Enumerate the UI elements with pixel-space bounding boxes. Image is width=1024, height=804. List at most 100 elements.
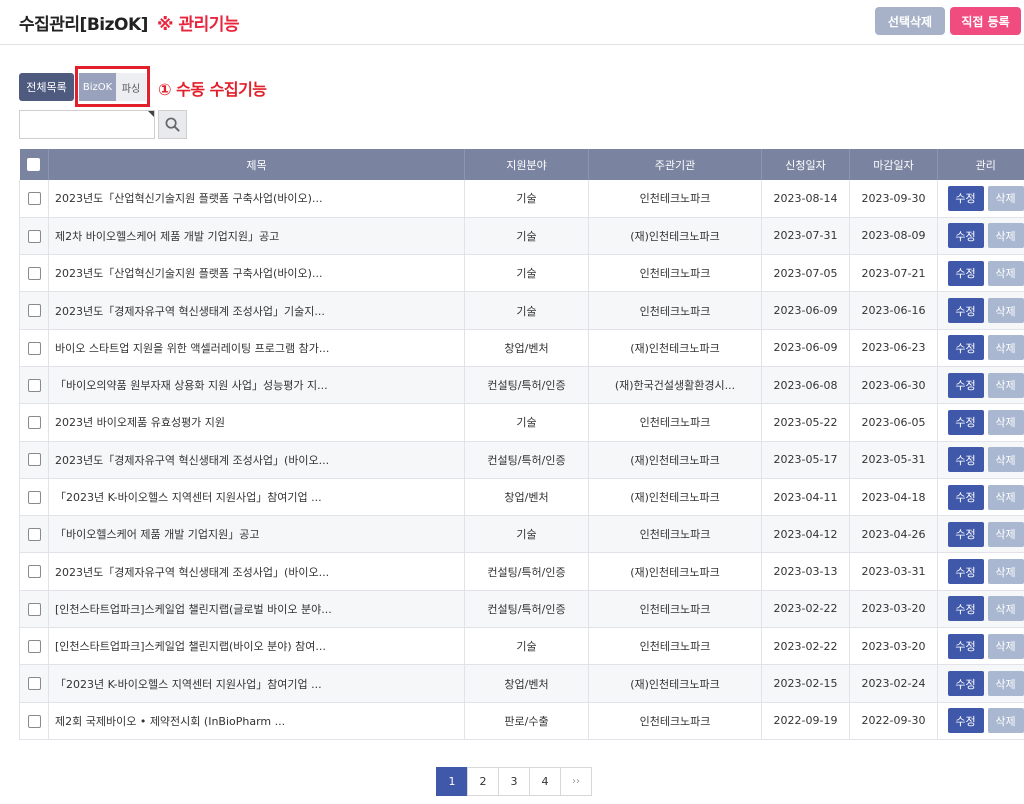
row-select-cell <box>19 664 49 703</box>
row-title[interactable]: 2023년 바이오제품 유효성평가 지원 <box>48 403 465 442</box>
row-checkbox[interactable] <box>27 714 41 728</box>
row-manage: 수정 삭제 <box>937 702 1024 740</box>
col-manage: 관리 <box>937 149 1024 180</box>
page-3-button[interactable]: 3 <box>498 767 530 796</box>
delete-button[interactable]: 삭제 <box>987 185 1024 211</box>
delete-button[interactable]: 삭제 <box>987 260 1024 286</box>
row-field: 기술 <box>464 291 589 330</box>
row-select-cell <box>19 441 49 479</box>
edit-button[interactable]: 수정 <box>947 223 984 249</box>
edit-button[interactable]: 수정 <box>947 185 984 211</box>
search-input[interactable] <box>19 110 155 139</box>
edit-button[interactable]: 수정 <box>947 372 984 398</box>
delete-button[interactable]: 삭제 <box>987 372 1024 398</box>
delete-button[interactable]: 삭제 <box>987 671 1024 696</box>
row-manage: 수정 삭제 <box>937 291 1024 330</box>
select-all-checkbox[interactable] <box>27 158 41 172</box>
next-page-button[interactable]: ›› <box>560 767 592 796</box>
row-select-cell <box>19 702 49 740</box>
tab-parse[interactable]: 파싱 <box>116 73 146 101</box>
delete-button[interactable]: 삭제 <box>987 223 1024 249</box>
admin-feature-note: ※ 관리기능 <box>157 15 240 35</box>
search-icon <box>165 117 180 132</box>
edit-button[interactable]: 수정 <box>947 447 984 473</box>
delete-button[interactable]: 삭제 <box>987 708 1024 734</box>
table-row: 「2023년 K-바이오헬스 지역센터 지원사업」참여기업 ... 창업/벤처 (재… <box>19 478 1024 517</box>
edit-button[interactable]: 수정 <box>947 521 984 547</box>
row-org: (재)인천테크노파크 <box>588 478 762 517</box>
table-row: 바이오 스타트업 지원을 위한 액셀러레이팅 프로그램 참가... 창업/벤처 (재… <box>19 329 1024 367</box>
edit-button[interactable]: 수정 <box>947 671 984 696</box>
delete-button[interactable]: 삭제 <box>987 596 1024 622</box>
row-checkbox[interactable] <box>27 416 41 430</box>
row-title[interactable]: 2023년도「경제자유구역 혁신생태계 조성사업」(바이오... <box>48 441 465 479</box>
row-checkbox[interactable] <box>27 229 41 243</box>
row-title[interactable]: 2023년도「산업혁신기술지원 플랫폼 구축사업(바이오)... <box>48 180 465 218</box>
delete-button[interactable]: 삭제 <box>987 559 1024 585</box>
row-title[interactable]: 「2023년 K-바이오헬스 지역센터 지원사업」참여기업 ... <box>48 664 465 703</box>
row-checkbox[interactable] <box>27 341 41 355</box>
row-select-cell <box>19 291 49 330</box>
row-manage: 수정 삭제 <box>937 478 1024 517</box>
edit-button[interactable]: 수정 <box>947 633 984 659</box>
row-title[interactable]: [인천스타트업파크]스케일업 챌린지랩(글로벌 바이오 분야... <box>48 590 465 629</box>
edit-button[interactable]: 수정 <box>947 335 984 361</box>
delete-button[interactable]: 삭제 <box>987 298 1024 324</box>
row-field: 기술 <box>464 627 589 666</box>
table-row: 「바이오의약품 원부자재 상용화 지원 사업」성능평가 지... 컨설팅/특허/인… <box>19 366 1024 405</box>
select-delete-button[interactable]: 선택삭제 <box>875 7 945 35</box>
row-title[interactable]: 제2회 국제바이오 • 제약전시회 (InBioPharm ... <box>48 702 465 740</box>
row-title[interactable]: [인천스타트업파크]스케일업 챌린지랩(바이오 분야) 참여... <box>48 627 465 666</box>
tab-all-list[interactable]: 전체목록 <box>19 73 74 101</box>
row-checkbox[interactable] <box>27 453 41 467</box>
row-checkbox[interactable] <box>27 266 41 280</box>
row-field: 창업/벤처 <box>464 478 589 517</box>
row-title[interactable]: 「2023년 K-바이오헬스 지역센터 지원사업」참여기업 ... <box>48 478 465 517</box>
row-checkbox[interactable] <box>27 602 41 616</box>
row-field: 판로/수출 <box>464 702 589 740</box>
row-title[interactable]: 2023년도「산업혁신기술지원 플랫폼 구축사업(바이오)... <box>48 254 465 293</box>
row-select-cell <box>19 515 49 554</box>
row-checkbox[interactable] <box>27 677 41 691</box>
row-org: (재)인천테크노파크 <box>588 441 762 479</box>
row-title[interactable]: 2023년도「경제자유구역 혁신생태계 조성사업」기술지... <box>48 291 465 330</box>
table-header-row: 제목 지원분야 주관기관 신청일자 마감일자 관리 <box>19 149 1024 180</box>
row-checkbox[interactable] <box>27 304 41 318</box>
edit-button[interactable]: 수정 <box>947 260 984 286</box>
delete-button[interactable]: 삭제 <box>987 521 1024 547</box>
row-checkbox[interactable] <box>27 565 41 579</box>
page-4-button[interactable]: 4 <box>529 767 561 796</box>
row-checkbox[interactable] <box>27 192 41 206</box>
edit-button[interactable]: 수정 <box>947 596 984 622</box>
edit-button[interactable]: 수정 <box>947 559 984 585</box>
delete-button[interactable]: 삭제 <box>987 335 1024 361</box>
row-checkbox[interactable] <box>27 639 41 653</box>
edit-button[interactable]: 수정 <box>947 409 984 435</box>
tab-bizok[interactable]: BizOK <box>79 73 116 101</box>
delete-button[interactable]: 삭제 <box>987 633 1024 659</box>
row-checkbox[interactable] <box>27 490 41 504</box>
row-org: 인천테크노파크 <box>588 515 762 554</box>
edit-button[interactable]: 수정 <box>947 298 984 324</box>
row-deadline: 2023-06-16 <box>849 291 938 330</box>
row-apply-date: 2023-07-31 <box>761 217 850 256</box>
delete-button[interactable]: 삭제 <box>987 484 1024 510</box>
row-checkbox[interactable] <box>27 528 41 542</box>
delete-button[interactable]: 삭제 <box>987 447 1024 473</box>
col-apply-date: 신청일자 <box>761 149 850 180</box>
search-button[interactable] <box>158 110 187 139</box>
edit-button[interactable]: 수정 <box>947 708 984 734</box>
page-2-button[interactable]: 2 <box>467 767 499 796</box>
row-title[interactable]: 바이오 스타트업 지원을 위한 액셀러레이팅 프로그램 참가... <box>48 329 465 367</box>
row-title[interactable]: 제2차 바이오헬스케어 제품 개발 기업지원」공고 <box>48 217 465 256</box>
row-title[interactable]: 2023년도「경제자유구역 혁신생태계 조성사업」(바이오... <box>48 552 465 591</box>
row-title[interactable]: 「바이오헬스케어 제품 개발 기업지원」공고 <box>48 515 465 554</box>
row-field: 컨설팅/특허/인증 <box>464 366 589 405</box>
row-checkbox[interactable] <box>27 378 41 392</box>
row-apply-date: 2022-09-19 <box>761 702 850 740</box>
row-title[interactable]: 「바이오의약품 원부자재 상용화 지원 사업」성능평가 지... <box>48 366 465 405</box>
delete-button[interactable]: 삭제 <box>987 409 1024 435</box>
direct-register-button[interactable]: 직접 등록 <box>950 7 1021 35</box>
edit-button[interactable]: 수정 <box>947 484 984 510</box>
page-1-button[interactable]: 1 <box>436 767 468 796</box>
